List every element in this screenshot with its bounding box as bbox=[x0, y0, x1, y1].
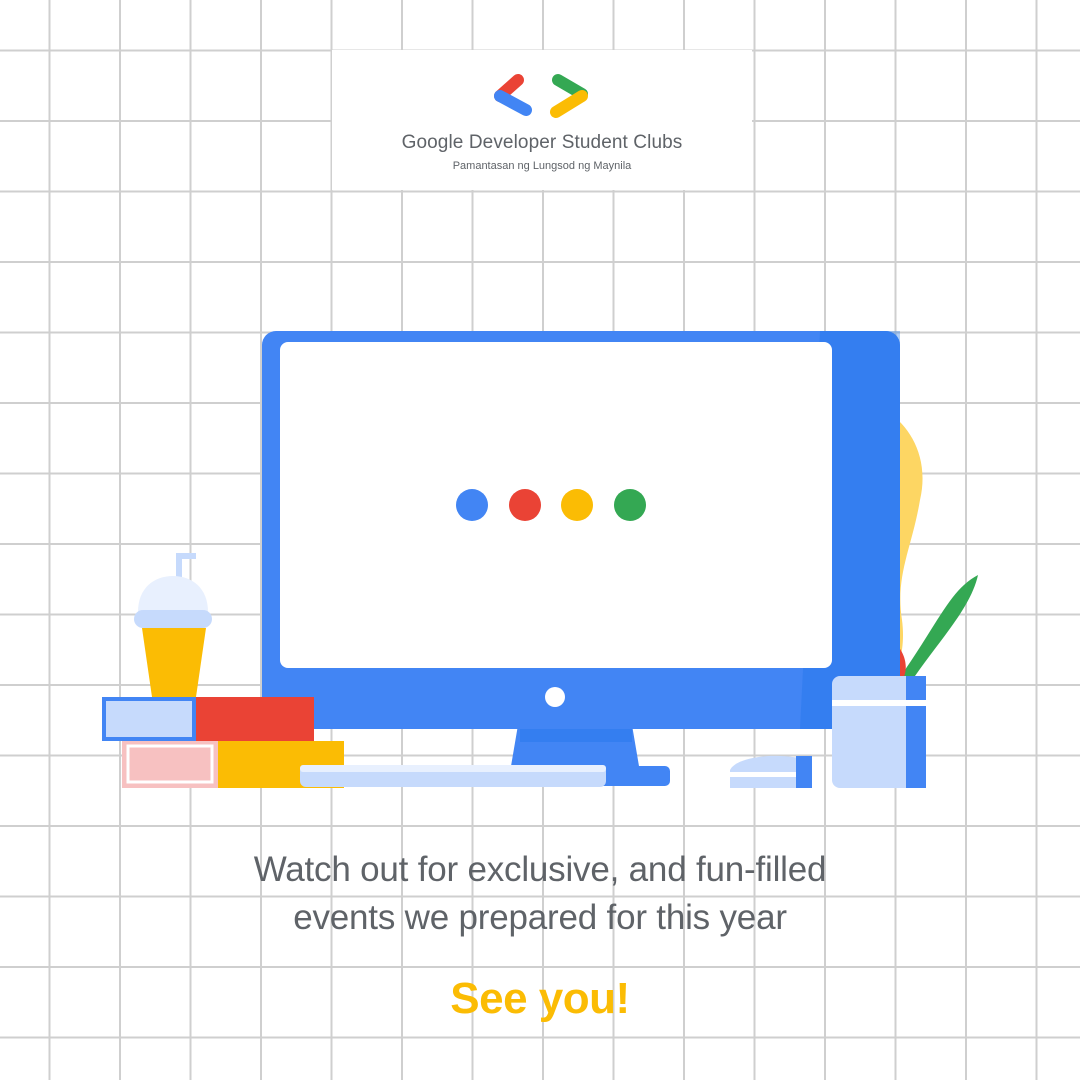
monitor-icon bbox=[262, 331, 900, 729]
event-message: Watch out for exclusive, and fun-filled … bbox=[140, 846, 940, 942]
mouse-icon bbox=[730, 755, 812, 788]
event-message-line2: events we prepared for this year bbox=[293, 898, 787, 937]
event-message-line1: Watch out for exclusive, and fun-filled bbox=[253, 850, 827, 889]
keyboard-icon bbox=[300, 765, 606, 787]
see-you-text: See you! bbox=[450, 974, 630, 1023]
pot-icon bbox=[832, 676, 926, 788]
cup-icon bbox=[134, 553, 212, 697]
